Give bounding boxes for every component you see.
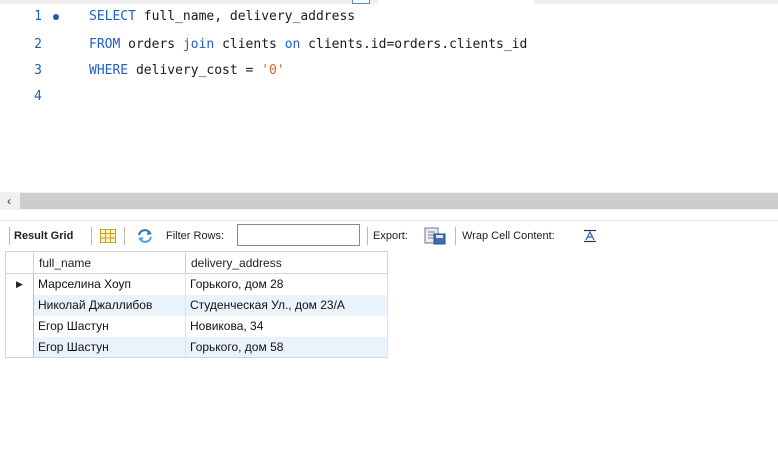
toolbar-separator [367,227,368,245]
result-toolbar: Result Grid Filter Rows: Export: Wrap Ce… [0,220,778,251]
code-text[interactable]: WHERE delivery_cost = '0' [89,60,285,82]
table-row[interactable]: Егор Шастун Горького, дом 58 [5,336,388,358]
sql-keyword: FROM [89,37,121,52]
cell-delivery-address[interactable]: Новикова, 34 [185,315,388,337]
sql-keyword: on [284,37,301,52]
sql-string: '0' [261,63,285,78]
cell-full-name[interactable]: Егор Шастун [33,315,186,337]
export-label: Export: [373,230,408,242]
result-grid-button[interactable]: Result Grid [14,221,73,251]
sql-text: clients [214,37,285,52]
refresh-icon[interactable] [136,228,154,244]
wrap-text-icon[interactable] [583,229,597,243]
cell-delivery-address[interactable]: Горького, дом 28 [185,273,388,295]
export-icon[interactable] [424,227,446,245]
line-number: 1 [34,9,42,24]
row-indicator-header [5,251,34,274]
cell-full-name[interactable]: Егор Шастун [33,336,186,358]
table-row[interactable]: Николай Джаллибов Студенческая Ул., дом … [5,294,388,316]
code-line[interactable]: 1 SELECT full_name, delivery_address [0,6,778,28]
sql-editor[interactable]: 1 SELECT full_name, delivery_address 2 FROM… [0,0,778,190]
filter-rows-label: Filter Rows: [166,230,225,242]
toolbar-separator [455,227,456,245]
toolbar-separator [124,227,125,245]
cell-full-name[interactable]: Николай Джаллибов [33,294,186,316]
toolbar-separator [91,227,92,245]
cell-delivery-address[interactable]: Горького, дом 58 [185,336,388,358]
line-number: 4 [34,89,42,104]
grid-layout-icon[interactable] [100,229,116,243]
filter-rows-input[interactable] [237,224,360,246]
sql-text: full_name, delivery_address [135,9,356,24]
toolbar-separator [9,227,10,245]
row-indicator [5,294,34,316]
code-text[interactable]: FROM orders join clients on clients.id=o… [89,34,527,56]
horizontal-scrollbar[interactable]: ‹ [0,192,778,210]
sql-keyword: WHERE [89,63,129,78]
current-row-arrow-icon: ▶ [5,273,34,295]
sql-text: delivery_cost = [128,63,262,78]
row-indicator [5,336,34,358]
sql-keyword: join [182,37,215,52]
code-line[interactable]: 2 FROM orders join clients on clients.id=… [0,34,778,56]
code-line[interactable]: 4 [0,86,778,108]
code-line[interactable]: 3 WHERE delivery_cost = '0' [0,60,778,82]
result-grid[interactable]: full_name delivery_address ▶ Марселина Х… [5,251,388,358]
sql-text: orders [120,37,183,52]
scrollbar-thumb[interactable] [20,193,778,209]
table-row[interactable]: Егор Шастун Новикова, 34 [5,315,388,337]
cell-full-name[interactable]: Марселина Хоуп [33,273,186,295]
column-header-full-name[interactable]: full_name [33,251,186,274]
sql-keyword: SELECT [89,9,136,24]
wrap-cell-content-label: Wrap Cell Content: [462,230,555,242]
grid-header-row: full_name delivery_address [5,251,388,274]
statement-marker-icon [53,14,59,20]
editor-top-strip [0,0,778,4]
tab-indicator-blank [378,0,534,4]
scroll-left-icon[interactable]: ‹ [0,192,18,210]
sql-text: clients.id=orders.clients_id [300,37,528,52]
line-number: 3 [34,63,42,78]
table-row[interactable]: ▶ Марселина Хоуп Горького, дом 28 [5,273,388,295]
cell-delivery-address[interactable]: Студенческая Ул., дом 23/А [185,294,388,316]
column-header-delivery-address[interactable]: delivery_address [185,251,388,274]
row-indicator [5,315,34,337]
tab-indicator [352,0,370,4]
line-number: 2 [34,37,42,52]
code-text[interactable]: SELECT full_name, delivery_address [89,6,355,28]
